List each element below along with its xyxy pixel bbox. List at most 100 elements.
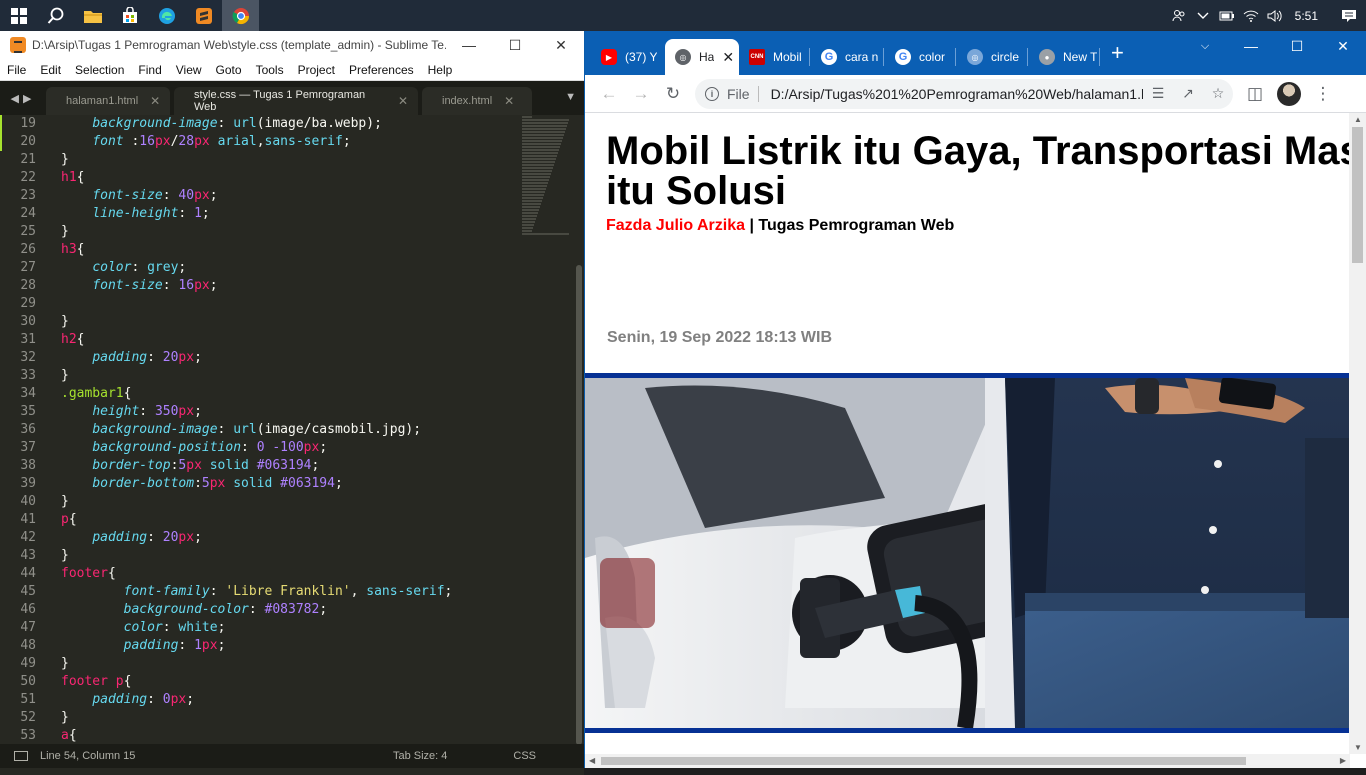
code-line[interactable]: padding: 0px;	[61, 691, 514, 709]
scroll-right-arrow-icon[interactable]: ▶	[1340, 756, 1346, 765]
edge-icon[interactable]	[148, 0, 185, 31]
chevron-up-icon[interactable]	[1191, 0, 1215, 31]
close-icon[interactable]: ✕	[504, 94, 514, 108]
editor-scrollbar[interactable]	[576, 265, 582, 745]
tab-search-icon[interactable]: ⌵	[1182, 31, 1228, 61]
browser-tab-youtube[interactable]: ▶ (37) Y	[591, 39, 663, 75]
browser-tab-google-color[interactable]: G color	[885, 39, 955, 75]
tab-halaman1[interactable]: halaman1.html ✕	[46, 87, 170, 115]
browser-tab-circle[interactable]: ◎ circle	[957, 39, 1027, 75]
search-icon[interactable]	[37, 0, 74, 31]
more-menu-icon[interactable]: ⋮	[1307, 78, 1339, 110]
reload-icon[interactable]: ↻	[657, 78, 689, 110]
close-icon[interactable]: ✕	[398, 94, 408, 108]
maximize-button[interactable]: ☐	[1274, 31, 1320, 61]
code-line[interactable]: }	[61, 547, 514, 565]
code-line[interactable]	[61, 295, 514, 313]
browser-tab-cnn[interactable]: CNN Mobil	[739, 39, 809, 75]
translate-icon[interactable]: ☰	[1143, 85, 1173, 102]
code-line[interactable]: color: white;	[61, 619, 514, 637]
code-line[interactable]: border-bottom:5px solid #063194;	[61, 475, 514, 493]
code-line[interactable]: background-position: 0 -100px;	[61, 439, 514, 457]
address-bar[interactable]: i File D:/Arsip/Tugas%201%20Pemrograman%…	[695, 78, 1233, 109]
tab-nav-arrows-icon[interactable]: ◀▶	[0, 81, 46, 115]
menu-selection[interactable]: Selection	[68, 63, 131, 77]
menu-find[interactable]: Find	[131, 63, 168, 77]
side-panel-icon[interactable]: ◫	[1239, 78, 1271, 110]
browser-tab-google-cara[interactable]: G cara n	[811, 39, 883, 75]
code-line[interactable]: font :16px/28px arial,sans-serif;	[61, 133, 514, 151]
share-icon[interactable]: ↗	[1173, 85, 1203, 102]
minimize-button[interactable]: —	[1228, 31, 1274, 61]
code-line[interactable]: padding: 20px;	[61, 349, 514, 367]
code-line[interactable]: footer p{	[61, 673, 514, 691]
browser-tab-newtab[interactable]: ● New T	[1029, 39, 1099, 75]
code-line[interactable]: border-top:5px solid #063194;	[61, 457, 514, 475]
tab-index[interactable]: index.html ✕	[422, 87, 532, 115]
minimize-button[interactable]: —	[446, 31, 492, 59]
menu-edit[interactable]: Edit	[33, 63, 68, 77]
code-line[interactable]: }	[61, 367, 514, 385]
forward-icon[interactable]: →	[625, 78, 657, 110]
menu-tools[interactable]: Tools	[249, 63, 291, 77]
scroll-thumb[interactable]	[601, 757, 1246, 765]
close-button[interactable]: ✕	[538, 31, 584, 59]
scroll-down-arrow-icon[interactable]: ▼	[1354, 743, 1362, 752]
code-line[interactable]: background-image: url(image/casmobil.jpg…	[61, 421, 514, 439]
menu-file[interactable]: File	[0, 63, 33, 77]
code-line[interactable]: p{	[61, 511, 514, 529]
scroll-left-arrow-icon[interactable]: ◀	[589, 756, 595, 765]
code-line[interactable]: }	[61, 151, 514, 169]
code-line[interactable]: }	[61, 655, 514, 673]
battery-icon[interactable]	[1215, 0, 1239, 31]
page-horizontal-scrollbar[interactable]: ◀ ▶	[585, 754, 1350, 768]
clock[interactable]: 5:51	[1287, 9, 1332, 23]
code-line[interactable]: padding: 1px;	[61, 637, 514, 655]
new-tab-button[interactable]: +	[1111, 42, 1124, 64]
url-text[interactable]: D:/Arsip/Tugas%201%20Pemrograman%20Web/h…	[771, 86, 1143, 102]
code-line[interactable]: line-height: 1;	[61, 205, 514, 223]
code-line[interactable]: }	[61, 313, 514, 331]
panel-toggle-icon[interactable]	[14, 751, 28, 761]
code-line[interactable]: h1{	[61, 169, 514, 187]
code-line[interactable]: background-image: url(image/ba.webp);	[61, 115, 514, 133]
tab-list-dropdown-icon[interactable]: ▼	[565, 91, 576, 103]
code-line[interactable]: height: 350px;	[61, 403, 514, 421]
volume-icon[interactable]	[1263, 0, 1287, 31]
windows-logo-icon[interactable]	[0, 0, 37, 31]
bookmark-star-icon[interactable]: ☆	[1203, 85, 1233, 102]
code-line[interactable]: h3{	[61, 241, 514, 259]
folder-icon[interactable]	[74, 0, 111, 31]
minimap[interactable]	[522, 115, 570, 255]
back-icon[interactable]: ←	[593, 78, 625, 110]
scroll-thumb[interactable]	[1352, 127, 1363, 263]
code-line[interactable]: font-family: 'Libre Franklin', sans-seri…	[61, 583, 514, 601]
scroll-up-arrow-icon[interactable]: ▲	[1354, 115, 1362, 124]
cursor-position[interactable]: Line 54, Column 15	[40, 750, 393, 762]
code-line[interactable]: font-size: 40px;	[61, 187, 514, 205]
code-line[interactable]: background-color: #083782;	[61, 601, 514, 619]
browser-tab-halaman1[interactable]: ◎ Ha ✕	[665, 39, 739, 75]
code-line[interactable]: h2{	[61, 331, 514, 349]
profile-avatar[interactable]	[1277, 81, 1301, 106]
people-icon[interactable]	[1167, 0, 1191, 31]
close-icon[interactable]: ✕	[722, 49, 734, 66]
close-icon[interactable]: ✕	[150, 94, 160, 108]
notification-icon[interactable]	[1332, 0, 1366, 31]
code-line[interactable]: }	[61, 223, 514, 241]
menu-help[interactable]: Help	[421, 63, 460, 77]
code-line[interactable]: a{	[61, 727, 514, 745]
tab-style-css[interactable]: style.css — Tugas 1 Pemrograman Web ✕	[174, 87, 418, 115]
sublime-icon[interactable]	[185, 0, 222, 31]
code-lines[interactable]: background-image: url(image/ba.webp); fo…	[61, 115, 514, 745]
code-line[interactable]: footer{	[61, 565, 514, 583]
syntax-mode[interactable]: CSS	[513, 750, 536, 762]
store-icon[interactable]	[111, 0, 148, 31]
code-line[interactable]: color: grey;	[61, 259, 514, 277]
code-editor[interactable]: 19 20 21 22 23 24 25 26 27 28 29 30 31 32 33 34 35 36 37 38…	[0, 115, 584, 775]
code-line[interactable]: }	[61, 493, 514, 511]
tab-size[interactable]: Tab Size: 4	[393, 750, 447, 762]
code-line[interactable]: font-size: 16px;	[61, 277, 514, 295]
code-line[interactable]: padding: 20px;	[61, 529, 514, 547]
info-icon[interactable]: i	[705, 86, 719, 101]
